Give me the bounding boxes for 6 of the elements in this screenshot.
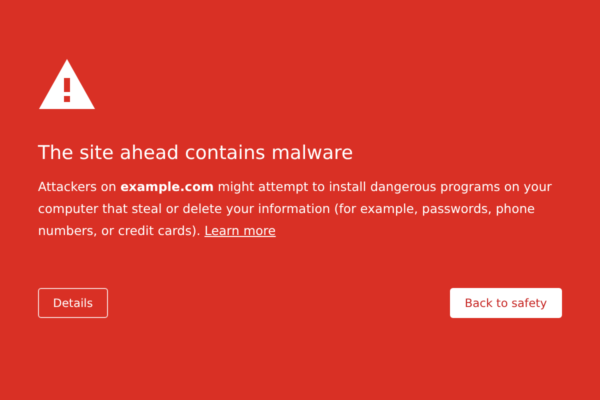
details-button[interactable]: Details (38, 288, 108, 318)
warning-icon (38, 58, 96, 110)
page-heading: The site ahead contains malware (38, 141, 354, 166)
learn-more-link[interactable]: Learn more (204, 223, 276, 238)
back-to-safety-button[interactable]: Back to safety (450, 288, 562, 318)
warning-description: Attackers on example.com might attempt to install dangerous programs on your computer that steal or delete your information (for example, passwords, phone numbers, or credit cards). Learn more (38, 178, 553, 240)
